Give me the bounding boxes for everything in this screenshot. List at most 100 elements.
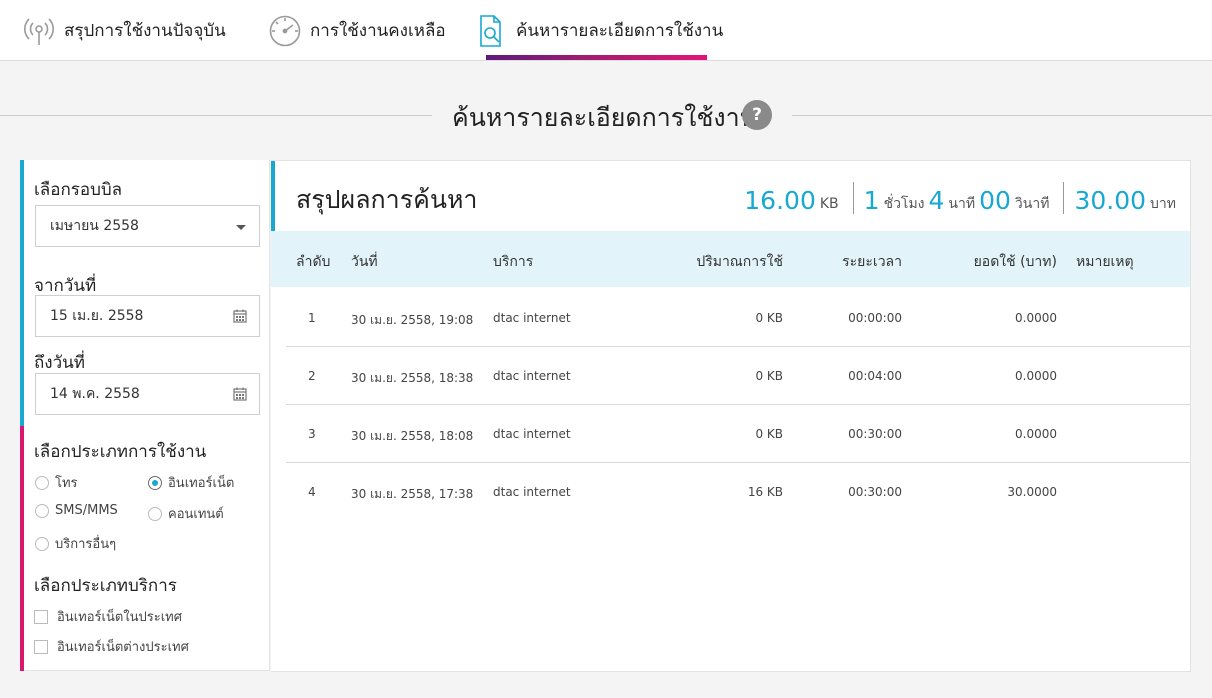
cell-index: 4 bbox=[308, 485, 316, 499]
divider bbox=[852, 182, 854, 214]
to-date-value: 14 พ.ค. 2558 bbox=[50, 386, 140, 402]
column-header-amount: ยอดใช้ (บาท) bbox=[973, 254, 1057, 270]
cell-date: 30 เม.ย. 2558, 17:38 bbox=[351, 487, 474, 501]
total-data-value: 16.00 bbox=[744, 186, 816, 215]
to-date-field[interactable]: 14 พ.ค. 2558 bbox=[35, 373, 260, 415]
total-seconds-unit: วินาที bbox=[1014, 196, 1050, 212]
tab-label: สรุปการใช้งานปัจจุบัน bbox=[64, 21, 226, 41]
column-header-index: ลำดับ bbox=[296, 254, 331, 270]
accent-bar bbox=[20, 426, 24, 671]
checkbox-box bbox=[34, 639, 48, 654]
cell-index: 2 bbox=[308, 369, 316, 383]
checkbox-label: อินเทอร์เน็ตในประเทศ bbox=[57, 610, 182, 625]
cell-index: 1 bbox=[308, 311, 316, 325]
bill-cycle-label: เลือกรอบบิล bbox=[34, 180, 123, 200]
radio-circle-selected bbox=[148, 475, 162, 490]
document-search-icon bbox=[478, 14, 508, 48]
radio-circle bbox=[148, 506, 162, 521]
total-minutes-value: 4 bbox=[928, 186, 945, 215]
summary-title: สรุปผลการค้นหา bbox=[296, 185, 478, 214]
radio-label: SMS/MMS bbox=[55, 503, 118, 518]
calendar-icon bbox=[233, 387, 247, 401]
from-date-value: 15 เม.ย. 2558 bbox=[50, 308, 144, 324]
tab-label: การใช้งานคงเหลือ bbox=[310, 21, 446, 41]
divider bbox=[0, 115, 432, 116]
cell-duration: 00:30:00 bbox=[848, 485, 902, 499]
cell-duration: 00:30:00 bbox=[848, 427, 902, 441]
cell-date: 30 เม.ย. 2558, 18:08 bbox=[351, 429, 474, 443]
cell-date: 30 เม.ย. 2558, 18:38 bbox=[351, 371, 474, 385]
cell-service: dtac internet bbox=[493, 485, 571, 499]
total-cost-value: 30.00 bbox=[1074, 186, 1147, 215]
total-seconds-value: 00 bbox=[979, 186, 1011, 215]
radio-call[interactable]: โทร bbox=[35, 472, 78, 493]
filter-panel: เลือกรอบบิล เมษายน 2558 จากวันที่ 15 เม.… bbox=[20, 160, 270, 671]
radio-circle bbox=[35, 536, 49, 551]
cell-volume: 0 KB bbox=[755, 427, 783, 441]
radio-content[interactable]: คอนเทนต์ bbox=[148, 503, 224, 524]
cell-duration: 00:00:00 bbox=[848, 311, 902, 325]
total-data-unit: KB bbox=[819, 196, 839, 212]
radio-label: โทร bbox=[55, 476, 78, 491]
cell-amount: 0.0000 bbox=[1015, 369, 1057, 383]
cell-amount: 0.0000 bbox=[1015, 311, 1057, 325]
radio-circle bbox=[35, 475, 49, 490]
to-date-label: ถึงวันที่ bbox=[34, 353, 85, 373]
radio-label: อินเทอร์เน็ต bbox=[168, 476, 235, 491]
cell-amount: 30.0000 bbox=[1007, 485, 1057, 499]
table-row[interactable]: 3 30 เม.ย. 2558, 18:08 dtac internet 0 K… bbox=[286, 405, 1190, 463]
chevron-down-icon bbox=[236, 225, 246, 230]
divider bbox=[792, 115, 1212, 116]
tab-current-usage-summary[interactable]: สรุปการใช้งานปัจจุบัน bbox=[22, 0, 226, 61]
checkbox-box bbox=[34, 609, 48, 624]
signal-icon bbox=[22, 14, 56, 48]
help-icon[interactable]: ? bbox=[742, 100, 772, 130]
column-header-volume: ปริมาณการใช้ bbox=[696, 254, 783, 270]
cell-service: dtac internet bbox=[493, 311, 571, 325]
radio-circle bbox=[35, 503, 49, 518]
top-tab-bar: สรุปการใช้งานปัจจุบัน การใช้งานคงเหลือ ค… bbox=[0, 0, 1212, 61]
column-header-duration: ระยะเวลา bbox=[842, 254, 902, 270]
bill-cycle-select[interactable]: เมษายน 2558 bbox=[35, 205, 260, 247]
table-row[interactable]: 1 30 เม.ย. 2558, 19:08 dtac internet 0 K… bbox=[286, 289, 1190, 347]
gauge-icon bbox=[268, 14, 302, 48]
cell-duration: 00:04:00 bbox=[848, 369, 902, 383]
active-tab-indicator bbox=[486, 55, 707, 60]
total-hours-value: 1 bbox=[863, 186, 880, 215]
service-type-label: เลือกประเภทบริการ bbox=[34, 576, 177, 596]
tab-label: ค้นหารายละเอียดการใช้งาน bbox=[516, 21, 724, 41]
checkbox-label: อินเทอร์เน็ตต่างประเทศ bbox=[57, 640, 189, 655]
radio-internet[interactable]: อินเทอร์เน็ต bbox=[148, 472, 234, 493]
cell-volume: 16 KB bbox=[747, 485, 783, 499]
tab-remaining-usage[interactable]: การใช้งานคงเหลือ bbox=[268, 0, 446, 61]
total-minutes-unit: นาที bbox=[948, 196, 976, 212]
cell-service: dtac internet bbox=[493, 369, 571, 383]
cell-amount: 0.0000 bbox=[1015, 427, 1057, 441]
column-header-note: หมายเหตุ bbox=[1076, 254, 1134, 270]
from-date-field[interactable]: 15 เม.ย. 2558 bbox=[35, 295, 260, 337]
radio-other-services[interactable]: บริการอื่นๆ bbox=[35, 533, 116, 554]
accent-bar bbox=[20, 160, 24, 426]
table-header: ลำดับ วันที่ บริการ ปริมาณการใช้ ระยะเวล… bbox=[271, 231, 1190, 287]
cell-volume: 0 KB bbox=[755, 311, 783, 325]
page-title: ค้นหารายละเอียดการใช้งาน bbox=[452, 103, 757, 132]
column-header-service: บริการ bbox=[493, 254, 534, 270]
calendar-icon bbox=[233, 309, 247, 323]
checkbox-international-internet[interactable]: อินเทอร์เน็ตต่างประเทศ bbox=[34, 636, 189, 657]
table-row[interactable]: 2 30 เม.ย. 2558, 18:38 dtac internet 0 K… bbox=[286, 347, 1190, 405]
results-panel: สรุปผลการค้นหา 16.00 KB 1 ชั่วโมง 4 นาที… bbox=[271, 160, 1191, 672]
summary-stats: 16.00 KB 1 ชั่วโมง 4 นาที 00 วินาที 30.0… bbox=[744, 181, 1180, 215]
page-title-row: ค้นหารายละเอียดการใช้งาน ? bbox=[0, 92, 1212, 138]
table-row[interactable]: 4 30 เม.ย. 2558, 17:38 dtac internet 16 … bbox=[286, 463, 1190, 521]
cell-date: 30 เม.ย. 2558, 19:08 bbox=[351, 313, 474, 327]
cell-index: 3 bbox=[308, 427, 316, 441]
column-header-date: วันที่ bbox=[351, 254, 378, 270]
tab-usage-detail-search[interactable]: ค้นหารายละเอียดการใช้งาน bbox=[478, 0, 723, 61]
usage-type-label: เลือกประเภทการใช้งาน bbox=[34, 442, 207, 462]
radio-sms-mms[interactable]: SMS/MMS bbox=[35, 503, 118, 518]
cell-service: dtac internet bbox=[493, 427, 571, 441]
total-hours-unit: ชั่วโมง bbox=[883, 196, 925, 212]
accent-bar bbox=[271, 161, 275, 231]
checkbox-domestic-internet[interactable]: อินเทอร์เน็ตในประเทศ bbox=[34, 606, 182, 627]
divider bbox=[1063, 182, 1065, 214]
